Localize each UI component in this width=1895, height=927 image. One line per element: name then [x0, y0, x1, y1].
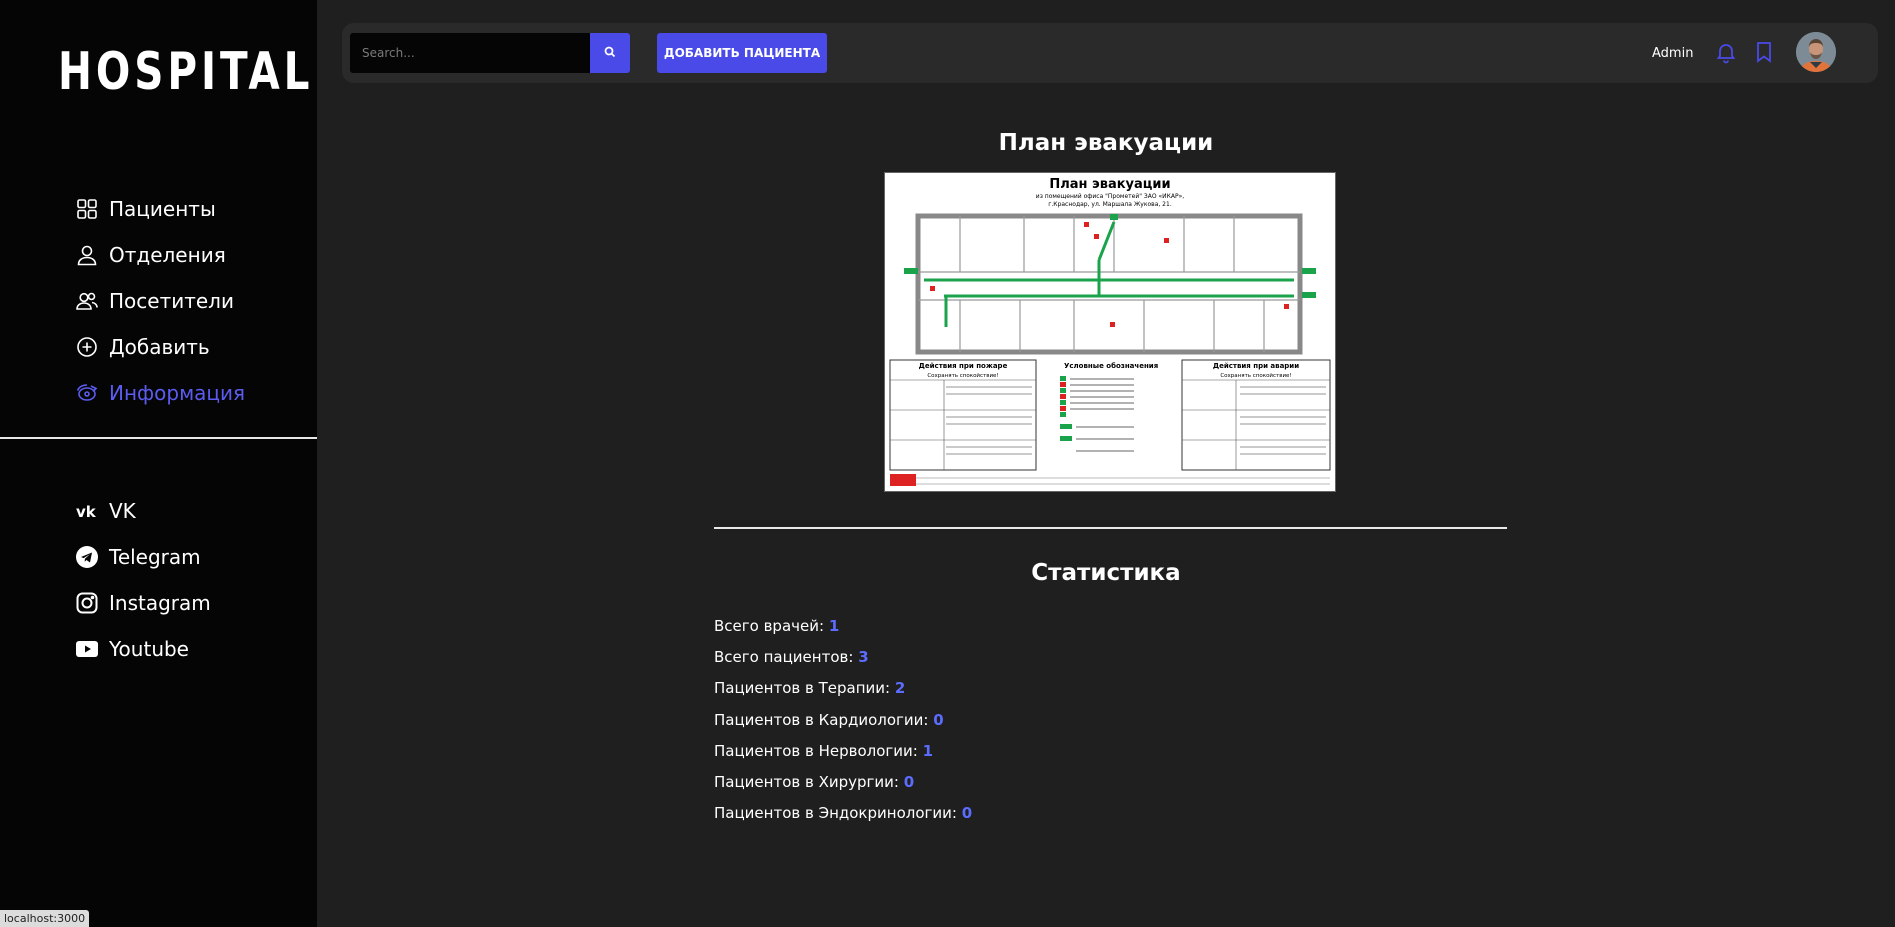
sidebar-item-label: Отделения: [109, 243, 226, 267]
stat-label: Всего врачей:: [714, 617, 825, 635]
stat-therapy: Пациентов в Терапии: 2: [714, 678, 972, 709]
stat-label: Пациентов в Кардиологии:: [714, 710, 929, 729]
logo[interactable]: HOSPITAL: [58, 42, 313, 102]
stat-label: Пациентов в Нервологии:: [714, 741, 918, 760]
svg-text:Действия при аварии: Действия при аварии: [1213, 362, 1299, 370]
stat-value: 0: [961, 804, 973, 823]
avatar[interactable]: [1796, 32, 1836, 72]
stat-value: 1: [828, 617, 840, 635]
sidebar-item-departments[interactable]: Отделения: [75, 232, 245, 278]
stat-doctors: Всего врачей: 1: [714, 616, 972, 647]
stat-label: Пациентов в Эндокринологии:: [714, 804, 957, 823]
svg-text:vk: vk: [76, 503, 97, 521]
user-name[interactable]: Admin: [1652, 46, 1693, 61]
info-icon: [75, 381, 99, 405]
svg-text:Сохранять спокойствие!: Сохранять спокойствие!: [927, 372, 998, 379]
svg-text:Сохранять спокойствие!: Сохранять спокойствие!: [1220, 372, 1291, 379]
user-icon: [75, 243, 99, 267]
stat-label: Пациентов в Терапии:: [714, 679, 891, 698]
stat-surgery: Пациентов в Хирургии: 0: [714, 772, 972, 803]
sidebar-item-label: Информация: [109, 381, 246, 405]
stat-value: 1: [922, 741, 934, 760]
sidebar: HOSPITAL Пациенты Отделения Посетители Д…: [0, 0, 317, 927]
social-vk[interactable]: vk VK: [75, 488, 211, 534]
svg-text:из помещений офиса "Прометей": из помещений офиса "Прометей" ЗАО «ИКАР»…: [1036, 193, 1184, 200]
social-label: Instagram: [109, 591, 211, 615]
stats-title: Статистика: [1031, 560, 1181, 586]
stat-endocrinology: Пациентов в Эндокринологии: 0: [714, 803, 972, 834]
sidebar-item-add[interactable]: Добавить: [75, 324, 245, 370]
youtube-icon: [75, 637, 99, 661]
social-links: vk VK Telegram Instagram Youtube: [75, 488, 211, 672]
instagram-icon: [75, 591, 99, 615]
stats-list: Всего врачей: 1 Всего пациентов: 3 Пацие…: [714, 616, 972, 834]
sidebar-item-label: Посетители: [109, 289, 234, 313]
sidebar-nav: Пациенты Отделения Посетители Добавить И…: [75, 186, 245, 416]
svg-text:г.Краснодар, ул. Маршала Жуков: г.Краснодар, ул. Маршала Жукова, 21.: [1048, 201, 1172, 208]
page-title: План эвакуации: [998, 130, 1214, 156]
grid-icon: [75, 197, 99, 221]
social-telegram[interactable]: Telegram: [75, 534, 211, 580]
social-label: VK: [109, 499, 136, 523]
stat-value: 0: [903, 772, 915, 791]
users-icon: [75, 289, 99, 313]
social-youtube[interactable]: Youtube: [75, 626, 211, 672]
svg-text:План эвакуации: План эвакуации: [1049, 177, 1170, 192]
telegram-icon: [75, 545, 99, 569]
search-button[interactable]: [590, 33, 630, 73]
social-label: Telegram: [109, 545, 201, 569]
svg-text:Действия при пожаре: Действия при пожаре: [919, 362, 1008, 370]
stat-patients: Всего пациентов: 3: [714, 647, 972, 678]
stat-neurology: Пациентов в Нервологии: 1: [714, 741, 972, 772]
sidebar-item-info[interactable]: Информация: [75, 370, 245, 416]
bookmark-icon[interactable]: [1752, 40, 1776, 64]
sidebar-item-label: Добавить: [109, 335, 210, 359]
section-divider: [714, 527, 1507, 529]
sidebar-divider: [0, 437, 317, 439]
social-label: Youtube: [109, 637, 189, 661]
evacuation-plan-image: План эвакуации из помещений офиса "Проме…: [884, 172, 1336, 492]
plus-circle-icon: [75, 335, 99, 359]
svg-text:Условные обозначения: Условные обозначения: [1064, 362, 1158, 370]
vk-icon: vk: [75, 499, 99, 523]
stat-cardiology: Пациентов в Кардиологии: 0: [714, 710, 972, 741]
status-url: localhost:3000: [0, 910, 90, 927]
sidebar-item-label: Пациенты: [109, 197, 216, 221]
stat-label: Пациентов в Хирургии:: [714, 772, 899, 791]
stat-value: 0: [933, 710, 944, 729]
social-instagram[interactable]: Instagram: [75, 580, 211, 626]
search-input[interactable]: [350, 33, 590, 73]
sidebar-item-patients[interactable]: Пациенты: [75, 186, 245, 232]
search-icon: [604, 46, 616, 61]
topbar: ДОБАВИТЬ ПАЦИЕНТА Admin: [342, 23, 1878, 83]
stat-value: 2: [894, 679, 906, 698]
bell-icon[interactable]: [1714, 40, 1738, 64]
sidebar-item-visitors[interactable]: Посетители: [75, 278, 245, 324]
stat-value: 3: [858, 648, 869, 667]
stat-label: Всего пациентов:: [714, 648, 854, 667]
add-patient-button[interactable]: ДОБАВИТЬ ПАЦИЕНТА: [657, 33, 827, 73]
